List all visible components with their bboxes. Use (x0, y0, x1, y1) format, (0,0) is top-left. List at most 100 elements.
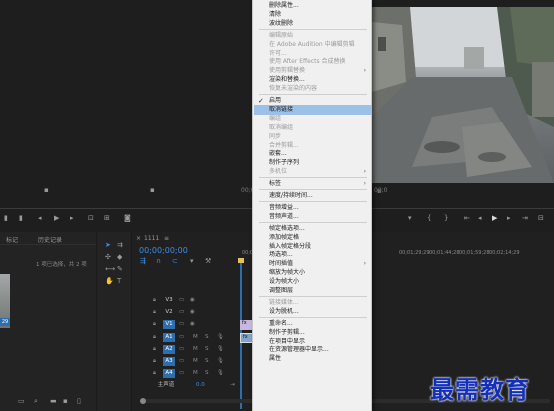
menu-item[interactable]: 波纹删除 (254, 19, 372, 29)
track-label[interactable]: V3 (163, 296, 175, 305)
master-track[interactable]: 主声道 0.0 ⇥ (132, 380, 240, 391)
playhead-handle[interactable] (238, 258, 244, 263)
menu-item[interactable]: 标签 › (254, 179, 372, 189)
play-icon[interactable]: ▶ (492, 214, 497, 222)
track-v3[interactable]: 🔒︎ V3 ▭ ◉ (132, 295, 240, 306)
nest-icon[interactable]: ⇶ (140, 257, 146, 265)
track-label[interactable]: A4 (163, 369, 175, 378)
export-frame-icon[interactable]: ◙ (124, 214, 131, 222)
track-a1[interactable]: 🔒︎ A1 ▭ M S 🎙︎ (132, 332, 240, 343)
linked-selection-icon[interactable]: ⊂ (172, 257, 178, 265)
lock-icon[interactable]: 🔒︎ (153, 321, 156, 328)
track-a3[interactable]: 🔒︎ A3 ▭ M S 🎙︎ (132, 356, 240, 367)
solo-button[interactable]: S (205, 358, 209, 364)
lift-icon[interactable]: ⊟ (538, 214, 544, 222)
new-bin-icon[interactable]: ▭ (18, 397, 25, 405)
voiceover-icon[interactable]: 🎙︎ (217, 346, 224, 352)
lock-icon[interactable]: 🔒︎ (153, 309, 156, 316)
project-panel[interactable]: 标记 历史记录 1 项已选择，共 2 项 29 ▭ ⌕ ▬ ▪ ▯ (0, 232, 96, 411)
lock-icon[interactable]: 🔒︎ (153, 370, 156, 377)
tab-menu-icon[interactable]: ≡ (164, 235, 169, 242)
new-item-icon[interactable]: ▪ (63, 397, 68, 405)
mute-button[interactable]: M (193, 334, 198, 340)
tab-markers[interactable]: 标记 (6, 235, 18, 244)
sync-icon[interactable]: ▭ (179, 309, 184, 315)
close-tab-icon[interactable]: × (136, 235, 141, 242)
track-v2[interactable]: 🔒︎ V2 ▭ ◉ (132, 307, 240, 318)
solo-button[interactable]: S (205, 334, 209, 340)
ripple-edit-icon[interactable]: ✣ (105, 253, 111, 261)
track-label[interactable]: A1 (163, 333, 175, 342)
sync-icon[interactable]: ▭ (179, 346, 184, 352)
mark-in-icon[interactable]: { (427, 214, 431, 222)
master-volume[interactable]: 0.0 (196, 382, 205, 388)
eye-icon[interactable]: ◉ (190, 309, 195, 315)
folder-icon[interactable]: ▬ (50, 397, 57, 405)
playhead-timecode[interactable]: 00;00;00;00 (139, 246, 188, 255)
track-label[interactable]: V2 (163, 308, 175, 317)
context-menu[interactable]: 删除属性... 清除 波纹删除 编辑原始在 Adobe Audition 中编辑剪辑许… (252, 0, 372, 411)
play-icon[interactable]: ▶ (54, 214, 59, 222)
sequence-tab[interactable]: 1111 (144, 235, 159, 242)
mute-button[interactable]: M (193, 370, 198, 376)
program-monitor[interactable]: 00;0 ▪ ▾ { } ⇤ ◂ ▶ ▸ ⇥ ⊟ (372, 0, 554, 232)
slip-tool-icon[interactable]: ⟷ (105, 265, 115, 273)
source-monitor[interactable]: 00;0 ▮ ▮ ◂ ▶ ▸ ⊡ ⊞ ◙ ▪ ▪ (0, 0, 262, 232)
voiceover-icon[interactable]: 🎙︎ (217, 334, 224, 340)
scrollbar-handle[interactable] (140, 398, 146, 404)
track-label[interactable]: V1 (163, 320, 175, 329)
voiceover-icon[interactable]: 🎙︎ (217, 370, 224, 376)
selection-tool-icon[interactable]: ➤ (105, 241, 111, 249)
drag-video-icon[interactable]: ▪ (44, 186, 49, 194)
sync-icon[interactable]: ▭ (179, 370, 184, 376)
track-label[interactable]: A2 (163, 345, 175, 354)
add-marker-icon[interactable]: ▾ (190, 257, 194, 265)
lock-icon[interactable]: 🔒︎ (153, 346, 156, 353)
trash-icon[interactable]: ▯ (77, 397, 81, 405)
razor-icon[interactable]: ◆ (117, 253, 122, 261)
menu-item[interactable]: 属性 (254, 354, 372, 364)
tools-panel[interactable]: ➤ ⇉ ✣ ◆ ⟷ ✎ ✋ T (97, 232, 131, 411)
step-back-icon[interactable]: ◂ (38, 214, 42, 222)
menu-item[interactable]: 速度/持续时间... (254, 191, 372, 201)
sync-icon[interactable]: ▭ (179, 297, 184, 303)
menu-item[interactable]: 音频声道... (254, 212, 372, 222)
go-to-end-icon[interactable]: ⇥ (230, 382, 235, 388)
sync-icon[interactable]: ▭ (179, 358, 184, 364)
mark-in-icon[interactable]: ▮ (4, 214, 8, 222)
sync-icon[interactable]: ▭ (179, 334, 184, 340)
find-icon[interactable]: ⌕ (34, 397, 38, 406)
mute-button[interactable]: M (193, 358, 198, 364)
track-label[interactable]: A3 (163, 357, 175, 366)
lock-icon[interactable]: 🔒︎ (153, 297, 156, 304)
voiceover-icon[interactable]: 🎙︎ (217, 358, 224, 364)
mark-out-icon[interactable]: ▮ (19, 214, 23, 222)
solo-button[interactable]: S (205, 370, 209, 376)
insert-icon[interactable]: ⊡ (88, 214, 94, 222)
eye-icon[interactable]: ◉ (190, 297, 195, 303)
go-to-in-icon[interactable]: ⇤ (464, 214, 470, 222)
go-to-out-icon[interactable]: ⇥ (522, 214, 528, 222)
type-tool-icon[interactable]: T (117, 277, 121, 285)
track-select-icon[interactable]: ⇉ (117, 241, 123, 249)
sync-icon[interactable]: ▭ (179, 321, 184, 327)
tab-history[interactable]: 历史记录 (38, 235, 62, 244)
settings-wrench-icon[interactable]: ⚒ (205, 257, 211, 265)
step-forward-icon[interactable]: ▸ (70, 214, 74, 222)
mark-out-icon[interactable]: } (444, 214, 448, 222)
solo-button[interactable]: S (205, 346, 209, 352)
lock-icon[interactable]: 🔒︎ (153, 358, 156, 365)
step-forward-icon[interactable]: ▸ (507, 214, 511, 222)
drag-icon[interactable]: ▪ (377, 187, 382, 195)
track-a4[interactable]: 🔒︎ A4 ▭ M S 🎙︎ (132, 368, 240, 379)
track-v1[interactable]: 🔒︎ V1 ▭ ◉ (132, 319, 240, 330)
overwrite-icon[interactable]: ⊞ (104, 214, 110, 222)
pen-tool-icon[interactable]: ✎ (117, 265, 123, 273)
hand-tool-icon[interactable]: ✋ (105, 277, 114, 285)
track-a2[interactable]: 🔒︎ A2 ▭ M S 🎙︎ (132, 344, 240, 355)
menu-item[interactable]: 调整图层 (254, 286, 372, 296)
lock-icon[interactable]: 🔒︎ (153, 334, 156, 341)
eye-icon[interactable]: ◉ (190, 321, 195, 327)
menu-item[interactable]: 设为脱机... (254, 307, 372, 317)
step-back-icon[interactable]: ◂ (478, 214, 482, 222)
